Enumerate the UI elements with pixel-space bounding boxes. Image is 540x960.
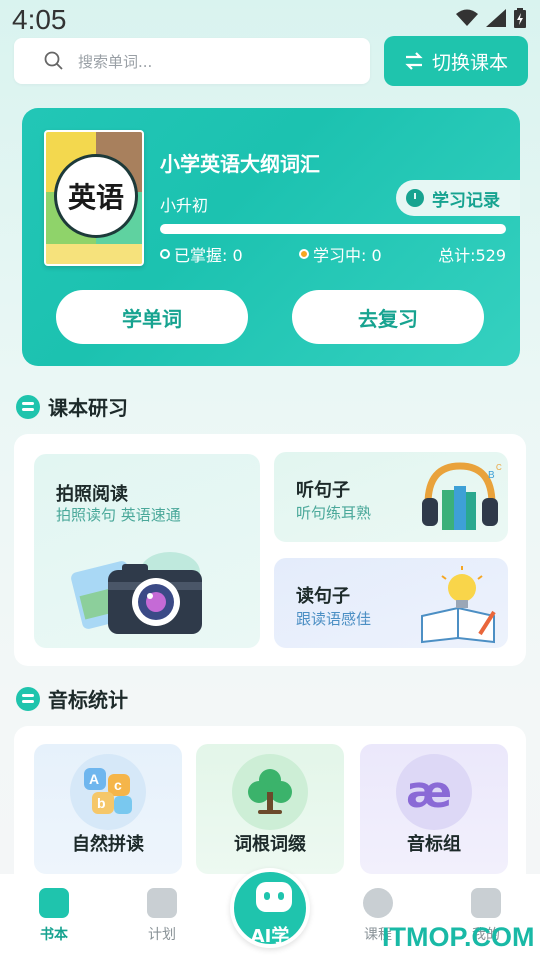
book-lightbulb-icon — [421, 566, 496, 644]
ai-learn-label: AI学 — [250, 926, 290, 947]
status-time: 4:05 — [12, 4, 67, 35]
ai-learn-button[interactable]: AI学 — [230, 838, 310, 948]
book-cover[interactable]: 英语 — [44, 130, 144, 266]
review-button[interactable]: 去复习 — [292, 290, 484, 344]
battery-icon — [514, 8, 526, 28]
photo-reading-subtitle: 拍照读句 英语速通 — [56, 506, 181, 524]
section-icon — [16, 686, 40, 711]
ae-symbol-icon: æ — [396, 754, 472, 830]
signal-icon — [486, 9, 506, 27]
swap-icon — [405, 52, 423, 70]
phonetic-group-label: 音标组 — [407, 834, 461, 855]
textbook-panel: 拍照阅读 拍照读句 英语速通 听句子 听句练耳熟 B C 读句子 跟读语感佳 — [14, 434, 526, 666]
tab-plan[interactable]: 计划 — [132, 888, 192, 944]
search-placeholder: 搜索单词... — [78, 52, 153, 71]
section-title-text: 课本研习 — [48, 396, 128, 420]
book-title: 小学英语大纲词汇 — [160, 152, 320, 176]
read-sentence-title: 读句子 — [296, 586, 350, 607]
svg-text:c: c — [114, 777, 122, 793]
study-record-button[interactable]: 学习记录 — [396, 180, 520, 216]
wifi-icon — [456, 9, 478, 26]
phonics-label: 自然拼读 — [72, 834, 144, 855]
listen-sentence-title: 听句子 — [296, 480, 350, 501]
clock-icon — [406, 189, 424, 207]
progress-bar — [160, 224, 506, 234]
learn-words-button[interactable]: 学单词 — [56, 290, 248, 344]
profile-tab-icon — [471, 888, 501, 918]
tab-books[interactable]: 书本 — [24, 888, 84, 944]
search-icon — [44, 51, 63, 70]
watermark: ITMOP.COM — [382, 922, 535, 952]
status-bar: 4:05 — [0, 0, 540, 40]
read-sentence-subtitle: 跟读语感佳 — [296, 610, 372, 628]
svg-text:A: A — [89, 771, 99, 787]
abc-blocks-icon: A c b — [70, 754, 146, 830]
mastered-count: 已掌握: 0 — [174, 246, 243, 265]
svg-text:æ: æ — [406, 769, 452, 815]
photo-reading-title: 拍照阅读 — [56, 484, 128, 505]
learning-dot-icon — [299, 249, 310, 259]
section-title-text: 音标统计 — [48, 688, 128, 712]
listen-sentence-subtitle: 听句练耳熟 — [296, 504, 372, 522]
book-tab-icon — [39, 888, 69, 918]
robot-icon — [256, 882, 292, 912]
stopwatch-tab-icon — [363, 888, 393, 918]
headphones-books-icon: B C — [422, 462, 502, 530]
search-input[interactable]: 搜索单词... — [14, 38, 370, 84]
svg-text:B: B — [488, 470, 495, 481]
read-sentence-tile[interactable]: 读句子 跟读语感佳 — [274, 558, 508, 648]
switch-textbook-label: 切换课本 — [431, 51, 508, 74]
book-card: 英语 小学英语大纲词汇 小升初 学习记录 已掌握: 0 学习中: 0 总计:52… — [22, 108, 520, 366]
phonetic-group-tile[interactable]: æ 音标组 — [360, 744, 508, 874]
section-title-textbook: 课本研习 — [16, 392, 128, 421]
photo-reading-tile[interactable]: 拍照阅读 拍照读句 英语速通 — [34, 454, 260, 648]
tree-icon — [232, 754, 308, 830]
status-icons — [456, 8, 526, 28]
learning-count: 学习中: 0 — [313, 246, 382, 265]
book-cover-text: 英语 — [54, 154, 138, 238]
total-count: 总计:529 — [438, 246, 506, 265]
svg-text:b: b — [97, 795, 106, 811]
mastered-dot-icon — [160, 249, 170, 259]
play-tab-icon — [147, 888, 177, 918]
section-title-phonetics: 音标统计 — [16, 684, 128, 713]
tab-plan-label: 计划 — [148, 927, 176, 943]
tab-books-label: 书本 — [40, 927, 68, 943]
section-icon — [16, 394, 40, 419]
book-subtitle: 小升初 — [160, 196, 209, 215]
svg-text:C: C — [496, 463, 502, 472]
camera-icon — [71, 552, 202, 634]
ai-circle: AI学 — [230, 868, 310, 948]
phonics-tile[interactable]: A c b 自然拼读 — [34, 744, 182, 874]
study-record-label: 学习记录 — [432, 190, 500, 211]
stats-row: 已掌握: 0 学习中: 0 总计:529 — [160, 242, 506, 266]
listen-sentence-tile[interactable]: 听句子 听句练耳熟 B C — [274, 452, 508, 542]
switch-textbook-button[interactable]: 切换课本 — [384, 36, 528, 86]
